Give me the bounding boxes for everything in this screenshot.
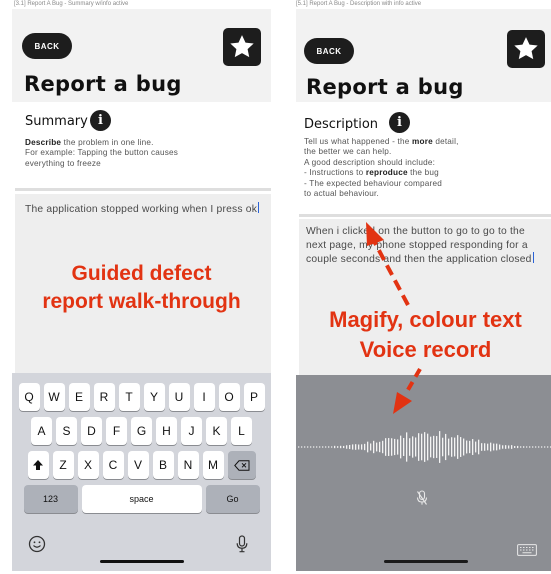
key-u[interactable]: U xyxy=(168,383,190,411)
key-j[interactable]: J xyxy=(181,417,202,445)
screen-caption-left: [3.1] Report A Bug - Summary w/info acti… xyxy=(14,1,129,7)
annotation-line: Guided defect xyxy=(71,262,212,285)
key-n[interactable]: N xyxy=(177,451,199,479)
microphone-icon xyxy=(236,535,248,553)
help-text-line: For example: Tapping the button causes xyxy=(25,148,179,158)
key-t[interactable]: T xyxy=(118,383,140,411)
section-label-summary: Summary xyxy=(25,114,88,129)
keyboard-row-2: ASDFGHJKL xyxy=(12,417,271,445)
key-y[interactable]: Y xyxy=(143,383,165,411)
help-text-line: the problem in one line. xyxy=(61,138,154,147)
star-icon xyxy=(230,35,254,58)
keyboard-row-4: 123 space Go xyxy=(12,485,271,513)
key-q[interactable]: Q xyxy=(18,383,40,411)
key-v[interactable]: V xyxy=(127,451,149,479)
dictation-button[interactable] xyxy=(236,535,248,558)
favorite-button[interactable] xyxy=(223,28,261,66)
keyboard-row-3: ZXCVBNM xyxy=(12,451,271,479)
key-f[interactable]: F xyxy=(106,417,127,445)
home-indicator xyxy=(99,560,184,563)
key-z[interactable]: Z xyxy=(52,451,74,479)
key-m[interactable]: M xyxy=(202,451,224,479)
screen-caption-right: [5.1] Report A Bug - Description with in… xyxy=(296,1,422,7)
key-x[interactable]: X xyxy=(77,451,99,479)
space-key[interactable]: space xyxy=(81,485,202,513)
on-screen-keyboard: QWERTYUIOP ASDFGHJKL ZXCVBNM 123 space G… xyxy=(12,373,271,571)
help-emphasis: Describe xyxy=(25,138,62,147)
key-o[interactable]: O xyxy=(218,383,240,411)
shift-icon xyxy=(33,460,43,470)
emoji-icon xyxy=(28,535,46,553)
shift-key[interactable] xyxy=(27,451,49,479)
key-i[interactable]: I xyxy=(193,383,215,411)
annotation-guided-walkthrough: Guided defect report walk-through xyxy=(12,260,271,316)
backspace-key[interactable] xyxy=(227,451,256,479)
entered-text-content: The application stopped working when I p… xyxy=(25,204,258,215)
key-s[interactable]: S xyxy=(56,417,77,445)
numbers-key[interactable]: 123 xyxy=(23,485,78,513)
summary-info-card: Summary i Describe the problem in one li… xyxy=(15,104,271,191)
emoji-button[interactable] xyxy=(28,535,46,558)
annotation-line: report walk-through xyxy=(42,290,241,313)
summary-help-text: Describe the problem in one line. For ex… xyxy=(25,138,265,169)
app-header: BACK Report a bug xyxy=(12,9,271,102)
backspace-icon xyxy=(233,459,249,471)
phone-screen-summary: BACK Report a bug Summary i Describe the… xyxy=(12,9,271,571)
back-button[interactable]: BACK xyxy=(22,33,72,59)
key-l[interactable]: L xyxy=(231,417,252,445)
key-g[interactable]: G xyxy=(131,417,152,445)
keyboard-row-1: QWERTYUIOP xyxy=(12,383,271,411)
key-p[interactable]: P xyxy=(243,383,265,411)
key-c[interactable]: C xyxy=(102,451,124,479)
info-icon[interactable]: i xyxy=(90,110,111,131)
key-d[interactable]: D xyxy=(81,417,102,445)
phone-screen-description: BACK Report a bug Description i Tell us … xyxy=(296,9,551,571)
key-e[interactable]: E xyxy=(68,383,90,411)
page-title: Report a bug xyxy=(24,72,182,96)
key-b[interactable]: B xyxy=(152,451,174,479)
text-caret xyxy=(258,202,260,213)
key-w[interactable]: W xyxy=(43,383,65,411)
key-k[interactable]: K xyxy=(206,417,227,445)
summary-entered-text: The application stopped working when I p… xyxy=(25,202,263,217)
red-dashed-arrow-down xyxy=(393,368,422,414)
key-r[interactable]: R xyxy=(93,383,115,411)
key-h[interactable]: H xyxy=(156,417,177,445)
key-a[interactable]: A xyxy=(31,417,52,445)
help-text-line: everything to freeze xyxy=(25,158,101,168)
go-key[interactable]: Go xyxy=(205,485,260,513)
